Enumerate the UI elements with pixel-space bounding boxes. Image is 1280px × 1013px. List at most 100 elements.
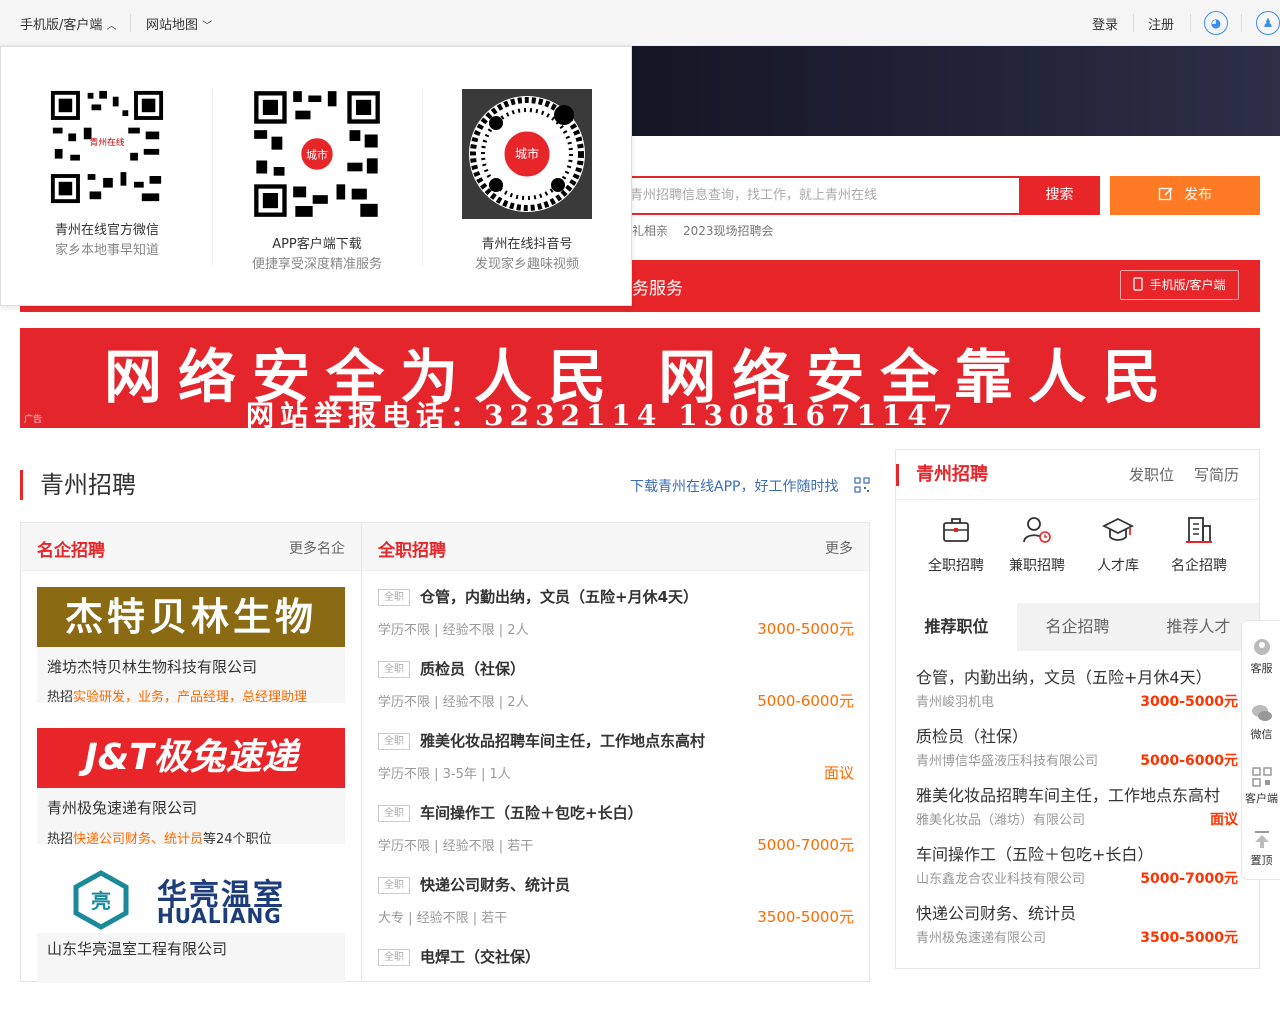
- job-title[interactable]: 车间操作工（五险＋包吃+长白）: [916, 841, 1153, 865]
- register-link[interactable]: 注册: [1148, 14, 1174, 33]
- search-button[interactable]: 搜索: [1019, 176, 1100, 215]
- hot-prefix: 热招: [47, 832, 74, 847]
- fulltime-entry[interactable]: 全职招聘: [916, 515, 996, 575]
- parttime-entry[interactable]: 兼职招聘: [997, 515, 1077, 575]
- qr-desc: 便捷享受深度精准服务: [251, 257, 382, 272]
- qq-login-icon[interactable]: ♟: [1256, 11, 1280, 35]
- company-name[interactable]: 潍坊杰特贝林生物科技有限公司: [47, 656, 257, 677]
- hot-word-link[interactable]: 2023现场招聘会: [683, 222, 774, 239]
- talent-entry[interactable]: 人才库: [1078, 515, 1158, 575]
- company-name[interactable]: 青州极兔速递有限公司: [916, 927, 1046, 946]
- company-name[interactable]: 雅美化妆品（潍坊）有限公司: [916, 809, 1085, 828]
- right-tabs: 推荐职位 名企招聘 推荐人才: [896, 603, 1259, 651]
- job-salary: 5000-7000元: [1140, 871, 1238, 887]
- job-salary: 面议: [823, 764, 854, 782]
- back-to-top-button[interactable]: 置顶: [1242, 829, 1280, 868]
- job-salary: 面议: [1210, 812, 1238, 828]
- customer-service-button[interactable]: 客服: [1242, 637, 1280, 676]
- mobile-client-menu[interactable]: 手机版/客户端 ︿: [20, 14, 117, 33]
- job-title[interactable]: 雅美化妆品招聘车间主任，工作地点东高村: [916, 782, 1220, 806]
- box-title: 全职招聘: [378, 541, 446, 561]
- douyin-qr-panel: 城市 青州在线抖音号 发现家乡趣味视频: [427, 89, 627, 272]
- nav-item[interactable]: 务服务: [632, 274, 683, 299]
- search-input[interactable]: 青州招聘信息查询，找工作，就上青州在线: [620, 176, 1020, 215]
- job-title[interactable]: 快递公司财务、统计员: [420, 874, 570, 895]
- recommended-job[interactable]: 质检员（社保） 青州博信华盛液压科技有限公司 5000-6000元: [916, 723, 1238, 779]
- entry-label: 兼职招聘: [1009, 558, 1065, 574]
- job-item[interactable]: 全职 电焊工（交社保）: [378, 941, 854, 1013]
- famous-company-box: 名企招聘 更多名企 杰特贝林生物 潍坊杰特贝林生物科技有限公司 热招实验研发，业…: [20, 522, 362, 983]
- job-item[interactable]: 全职 雅美化妆品招聘车间主任，工作地点东高村 学历不限 | 3-5年 | 1人 面议: [378, 725, 854, 797]
- divider: [1241, 14, 1242, 32]
- more-jobs-link[interactable]: 更多: [825, 538, 853, 558]
- sitemap-menu[interactable]: 网站地图 ﹀: [146, 14, 212, 33]
- job-salary: 3000-5000元: [757, 620, 854, 638]
- tab-recommended-jobs[interactable]: 推荐职位: [896, 603, 1017, 651]
- top-bar: 手机版/客户端 ︿ 网站地图 ﹀ 登录 注册 ◕ ♟: [0, 0, 1280, 46]
- svg-text:亮: 亮: [91, 889, 111, 913]
- company-logo[interactable]: J&T极兔速递: [37, 728, 345, 788]
- recommended-job[interactable]: 雅美化妆品招聘车间主任，工作地点东高村雅美化妆品（潍坊）有限公司 面议: [916, 782, 1238, 838]
- ad-banner[interactable]: 网络安全为人民 网络安全靠人民 网站举报电话：3232114 130816711…: [20, 328, 1260, 428]
- hot-jobs[interactable]: 快递公司财务、统计员: [73, 832, 203, 847]
- client-qr-button[interactable]: 客户端: [1242, 767, 1280, 806]
- right-panel-header: 青州招聘 发职位 写简历: [896, 450, 1259, 500]
- fulltime-job-box: 全职招聘 更多 全职 仓管，内勤出纳，文员（五险+月休4天） 学历不限 | 经验不限…: [361, 522, 870, 982]
- job-meta: 学历不限 | 经验不限 | 若干: [378, 839, 534, 854]
- job-item[interactable]: 全职 快递公司财务、统计员 大专 | 经验不限 | 若干 3500-5000元: [378, 869, 854, 941]
- mobile-client-button[interactable]: 手机版/客户端: [1120, 270, 1239, 300]
- company-name[interactable]: 山东鑫龙合农业科技有限公司: [916, 868, 1085, 887]
- douyin-qrcode: 城市: [462, 89, 592, 219]
- login-link[interactable]: 登录: [1092, 14, 1118, 33]
- job-title[interactable]: 快递公司财务、统计员: [916, 900, 1076, 924]
- recommended-job[interactable]: 仓管，内勤出纳，文员（五险+月休4天） 青州峻羽机电 3000-5000元: [916, 664, 1238, 720]
- company-name[interactable]: 青州极兔速递有限公司: [47, 797, 197, 818]
- floating-sidebar: 客服 微信 客户端 置顶: [1241, 620, 1280, 880]
- job-item[interactable]: 全职 质检员（社保） 学历不限 | 经验不限 | 2人 5000-6000元: [378, 653, 854, 725]
- company-name[interactable]: 山东华亮温室工程有限公司: [47, 938, 227, 959]
- wechat-login-icon[interactable]: ◕: [1204, 11, 1228, 35]
- divider: [1190, 14, 1191, 32]
- entry-label: 人才库: [1097, 558, 1139, 574]
- company-logo[interactable]: 亮 华亮温室 HUALIANG: [37, 868, 345, 932]
- wechat-button[interactable]: 微信: [1242, 703, 1280, 742]
- job-type-tag: 全职: [378, 589, 410, 606]
- entry-label: 名企招聘: [1171, 558, 1227, 574]
- job-salary: 3000-5000元: [1140, 694, 1238, 710]
- post-job-link[interactable]: 发职位: [1129, 464, 1174, 485]
- recommended-job[interactable]: 车间操作工（五险＋包吃+长白） 山东鑫龙合农业科技有限公司 5000-7000元: [916, 841, 1238, 897]
- edit-icon: [1158, 187, 1173, 201]
- divider: [422, 89, 423, 265]
- app-download-link[interactable]: 下载青州在线APP，好工作随时找: [630, 476, 838, 496]
- more-companies-link[interactable]: 更多名企: [289, 538, 345, 558]
- hot-jobs[interactable]: 实验研发，业务，产品经理，总经理助理: [73, 690, 307, 705]
- recommended-job[interactable]: 快递公司财务、统计员 青州极兔速递有限公司 3500-5000元: [916, 900, 1238, 956]
- job-title[interactable]: 电焊工（交社保）: [420, 946, 540, 967]
- job-title[interactable]: 车间操作工（五险＋包吃+长白）: [420, 802, 643, 823]
- job-meta: 学历不限 | 经验不限 | 2人: [378, 695, 529, 710]
- company-name[interactable]: 青州峻羽机电: [916, 691, 994, 710]
- company-name[interactable]: 青州博信华盛液压科技有限公司: [916, 750, 1098, 769]
- hot-word-link[interactable]: 礼相亲: [632, 222, 668, 239]
- job-title[interactable]: 质检员（社保）: [420, 658, 525, 679]
- box-header: 全职招聘 更多: [362, 523, 869, 571]
- job-meta: 学历不限 | 3-5年 | 1人: [378, 767, 511, 782]
- job-title[interactable]: 雅美化妆品招聘车间主任，工作地点东高村: [420, 730, 705, 751]
- job-title[interactable]: 仓管，内勤出纳，文员（五险+月休4天）: [916, 664, 1212, 688]
- company-hot-jobs: 热招实验研发，业务，产品经理，总经理助理: [47, 686, 337, 705]
- tab-famous-companies[interactable]: 名企招聘: [1017, 603, 1138, 651]
- douyin-logo-label: 城市: [515, 146, 539, 161]
- job-title[interactable]: 质检员（社保）: [916, 723, 1028, 747]
- float-label: 客服: [1250, 662, 1273, 675]
- qrcode-icon[interactable]: [854, 477, 870, 493]
- job-item[interactable]: 全职 仓管，内勤出纳，文员（五险+月休4天） 学历不限 | 经验不限 | 2人 300…: [378, 581, 854, 653]
- hot-suffix: 等24个职位: [203, 832, 272, 847]
- write-resume-link[interactable]: 写简历: [1194, 464, 1239, 485]
- publish-button[interactable]: 发布: [1110, 176, 1260, 215]
- famous-entry[interactable]: 名企招聘: [1159, 515, 1239, 575]
- job-title[interactable]: 仓管，内勤出纳，文员（五险+月休4天）: [420, 586, 698, 607]
- company-logo[interactable]: 杰特贝林生物: [37, 587, 345, 647]
- job-item[interactable]: 全职 车间操作工（五险＋包吃+长白） 学历不限 | 经验不限 | 若干 5000-70…: [378, 797, 854, 869]
- building-icon: [1186, 517, 1212, 543]
- job-type-tag: 全职: [378, 877, 410, 894]
